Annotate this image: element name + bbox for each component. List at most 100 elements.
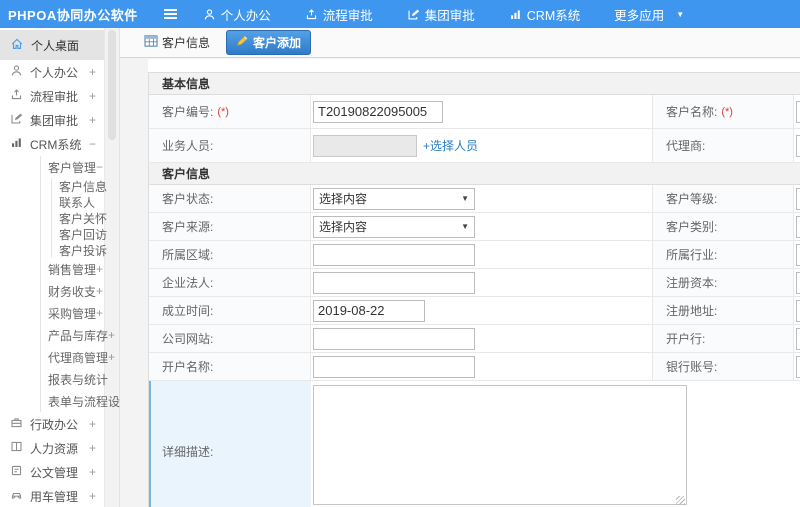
detail-description-textarea[interactable]: [313, 385, 687, 505]
sidebar-item-customer-visit[interactable]: 客户回访: [52, 226, 107, 242]
customer-mgmt-submenu: 客户信息 联系人 客户关怀 客户回访 客户投诉: [51, 178, 107, 258]
sidebar-item-vehicle-mgmt[interactable]: 用车管理 +: [0, 484, 104, 507]
sidebar-item-personal-office[interactable]: 个人办公 +: [0, 60, 104, 84]
salesperson-input: [313, 134, 417, 157]
field-label: 代理商:: [653, 129, 794, 162]
tab-label: 客户添加: [253, 36, 302, 50]
app-window: PHPOA协同办公软件 个人办公 流程审批 集团审批 CRM系统 更多应用 ▼: [0, 0, 800, 507]
sidebar-item-form-flow-settings[interactable]: 表单与流程设置+: [41, 390, 139, 412]
top-navbar: PHPOA协同办公软件 个人办公 流程审批 集团审批 CRM系统 更多应用 ▼: [0, 0, 800, 28]
document-icon: [10, 464, 23, 480]
field-label: 企业法人:: [149, 269, 311, 296]
customer-no-input[interactable]: [313, 100, 443, 123]
sidebar-item-customer-care[interactable]: 客户关怀: [52, 210, 107, 226]
field-label: 客户名称: (*): [653, 95, 794, 128]
chart-icon: [10, 136, 23, 152]
field-label: 公司网站:: [149, 325, 311, 352]
account-name-input[interactable]: [313, 355, 475, 378]
menu-toggle-icon[interactable]: [163, 9, 177, 19]
select-caret-icon: ▼: [461, 222, 469, 231]
registered-capital-input[interactable]: [796, 271, 800, 294]
sidebar-item-admin-office[interactable]: 行政办公 +: [0, 412, 104, 436]
customer-name-input[interactable]: [796, 100, 800, 123]
nav-label: CRM系统: [526, 8, 581, 23]
tab-bar: 客户信息 客户添加: [120, 28, 800, 58]
tab-customer-info[interactable]: 客户信息: [136, 31, 218, 54]
customer-status-select[interactable]: 选择内容 ▼: [313, 187, 475, 210]
briefcase-icon: [10, 416, 23, 432]
customer-source-select[interactable]: 选择内容 ▼: [313, 215, 475, 238]
sidebar-scrollbar[interactable]: [104, 28, 119, 507]
form-panel: 基本信息 客户编号:(*) 客户名称:(*) 业务人员: +选择人员 代理商:: [148, 59, 800, 507]
edit-icon: [407, 8, 420, 21]
sidebar-item-finance[interactable]: 财务收支 +: [41, 280, 104, 302]
resize-handle[interactable]: [676, 496, 685, 505]
nav-label: 个人办公: [220, 8, 271, 23]
flow-icon: [305, 8, 318, 21]
choose-person-link[interactable]: +选择人员: [423, 137, 478, 154]
user-icon: [203, 8, 216, 21]
select-caret-icon: ▼: [461, 194, 469, 203]
customer-category-input[interactable]: [796, 215, 800, 238]
tab-customer-add[interactable]: 客户添加: [226, 30, 312, 55]
sidebar-item-customer-mgmt[interactable]: 客户管理 −: [41, 156, 104, 178]
nav-label: 集团审批: [424, 8, 475, 23]
nav-label: 更多应用: [614, 8, 665, 23]
sidebar-item-contacts[interactable]: 联系人: [52, 194, 104, 210]
nav-group-approval[interactable]: 集团审批: [407, 5, 475, 24]
sidebar-item-official-doc[interactable]: 公文管理 +: [0, 460, 104, 484]
form-row-website: 公司网站: 开户行:: [149, 325, 800, 353]
user-icon: [10, 64, 23, 80]
registered-address-input[interactable]: [796, 299, 800, 322]
sidebar-item-product-inventory[interactable]: 产品与库存 +: [41, 324, 115, 346]
required-mark: (*): [217, 105, 229, 118]
form-row-salesperson: 业务人员: +选择人员 代理商:: [149, 129, 800, 163]
sidebar-item-purchase-mgmt[interactable]: 采购管理 +: [41, 302, 104, 324]
sidebar-item-agent-mgmt[interactable]: 代理商管理 +: [41, 346, 115, 368]
customer-level-input[interactable]: [796, 187, 800, 210]
bank-account-input[interactable]: [796, 355, 800, 378]
chart-icon: [509, 8, 522, 21]
field-label: 所属行业:: [653, 241, 794, 268]
nav-label: 流程审批: [322, 8, 373, 23]
nav-crm-system[interactable]: CRM系统: [509, 5, 580, 24]
customer-form: 基本信息 客户编号:(*) 客户名称:(*) 业务人员: +选择人员 代理商:: [148, 72, 800, 507]
sidebar-menu: 个人桌面 个人办公 + 流程审批 + 集团审批 + CRM系统 − 客户管理 −…: [0, 30, 139, 507]
top-nav-menu: 个人办公 流程审批 集团审批 CRM系统 更多应用 ▼: [203, 5, 684, 24]
section-header-customer: 客户信息: [149, 163, 800, 185]
sidebar-item-customer-info[interactable]: 客户信息: [52, 178, 107, 194]
bank-input[interactable]: [796, 327, 800, 350]
sidebar-item-group-approval[interactable]: 集团审批 +: [0, 108, 104, 132]
sidebar-item-sales-mgmt[interactable]: 销售管理 +: [41, 258, 104, 280]
agent-input[interactable]: [796, 134, 800, 157]
field-label: 注册地址:: [653, 297, 794, 324]
app-logo: PHPOA协同办公软件: [8, 7, 138, 23]
sidebar-item-customer-complaint[interactable]: 客户投诉: [52, 242, 107, 258]
sidebar-item-reports[interactable]: 报表与统计: [41, 368, 108, 390]
home-icon: [10, 37, 24, 54]
sidebar-item-crm[interactable]: CRM系统 −: [0, 132, 104, 156]
founded-date-input[interactable]: [313, 299, 425, 322]
sidebar-item-personal-desktop[interactable]: 个人桌面: [0, 30, 104, 60]
legal-person-input[interactable]: [313, 271, 475, 294]
crm-submenu: 客户管理 − 客户信息 联系人 客户关怀 客户回访 客户投诉 销售管理 + 财务收…: [40, 156, 139, 412]
region-input[interactable]: [313, 243, 475, 266]
form-row-legal: 企业法人: 注册资本:: [149, 269, 800, 297]
industry-input[interactable]: [796, 243, 800, 266]
nav-more-apps[interactable]: 更多应用 ▼: [614, 5, 684, 24]
nav-personal-office[interactable]: 个人办公: [203, 5, 271, 24]
field-label: 开户名称:: [149, 353, 311, 380]
sidebar-item-hr[interactable]: 人力资源 +: [0, 436, 104, 460]
nav-workflow-approval[interactable]: 流程审批: [305, 5, 373, 24]
field-label: 详细描述:: [149, 381, 311, 507]
section-header-basic: 基本信息: [149, 73, 800, 95]
website-input[interactable]: [313, 327, 475, 350]
flow-icon: [10, 88, 23, 104]
sidebar-item-workflow-approval[interactable]: 流程审批 +: [0, 84, 104, 108]
main-area: 客户信息 客户添加 基本信息 客户编号:(*) 客户名称:(*) 业务人员:: [120, 28, 800, 507]
field-label: 注册资本:: [653, 269, 794, 296]
form-row-detail: 详细描述:: [149, 381, 800, 507]
scrollbar-thumb[interactable]: [108, 30, 116, 140]
field-label: 客户来源:: [149, 213, 311, 240]
field-label: 银行账号:: [653, 353, 794, 380]
